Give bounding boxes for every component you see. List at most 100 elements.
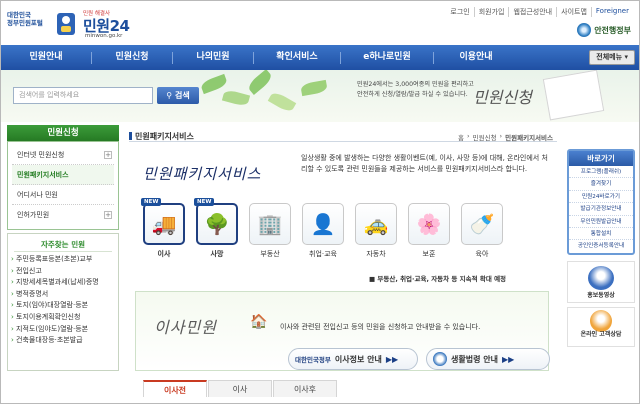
search-input[interactable]: 검색어를 입력하세요 bbox=[13, 87, 153, 104]
quick-link[interactable]: 프로그램(플래쉬) bbox=[569, 166, 633, 179]
new-badge: NEW bbox=[141, 198, 162, 206]
leaf-decoration bbox=[267, 90, 297, 114]
search-button[interactable]: ⚲ 검색 bbox=[157, 87, 199, 104]
quick-link[interactable]: 공인인증서등록안내 bbox=[569, 240, 633, 252]
nav-my-minwon[interactable]: 나의민원 bbox=[173, 45, 253, 70]
expand-plus-icon[interactable]: + bbox=[104, 211, 112, 219]
tab-before-move[interactable]: 이사전 bbox=[143, 380, 207, 397]
id-card-icon: 👤 bbox=[302, 203, 344, 245]
main-nav: 민원안내 민원신청 나의민원 확인서비스 e하나로민원 이용안내 전체메뉴 ▾ bbox=[1, 45, 639, 70]
leaf-decoration bbox=[221, 88, 251, 108]
title-bar: 민원패키지서비스 홈 › 민원신청 › 민원패키지서비스 bbox=[129, 128, 557, 142]
band-title: 민원신청 bbox=[473, 88, 532, 107]
package-service-description: 일상생활 중에 발생하는 다양한 생활이벤트(예, 이사, 사망 등)에 대해,… bbox=[301, 154, 548, 173]
event-childcare[interactable]: 🍼 육아 bbox=[461, 203, 503, 259]
event-car[interactable]: 🚕 자동차 bbox=[355, 203, 397, 259]
nav-e-hanaro[interactable]: e하나로민원 bbox=[341, 45, 433, 70]
frequent-item[interactable]: 토지(임야)대장열람·등본 bbox=[8, 300, 118, 312]
util-join[interactable]: 회원가입 bbox=[473, 7, 509, 17]
tab-move[interactable]: 이사 bbox=[208, 380, 272, 397]
frequent-item[interactable]: 병적증명서 bbox=[8, 289, 118, 301]
building-icon: 🏢 bbox=[249, 203, 291, 245]
tree-icon: 🌳 bbox=[196, 203, 238, 245]
nav-minwon-guide[interactable]: 민원안내 bbox=[1, 45, 91, 70]
life-law-button[interactable]: 생활법령 안내 ▶▶ bbox=[426, 348, 550, 370]
new-badge: NEW bbox=[194, 198, 215, 206]
event-moving[interactable]: 🚚 NEW 이사 bbox=[141, 198, 185, 259]
left-nav-internet-apply[interactable]: 인터넷 민원신청 + bbox=[12, 145, 114, 165]
baby-bottle-icon: 🍼 bbox=[461, 203, 503, 245]
frequent-item[interactable]: 지방세세목별과세(납세)증명 bbox=[8, 277, 118, 289]
quick-links: 바로가기 프로그램(플래쉬) 즐겨찾기 민원24바로가기 발급기관정보안내 무인… bbox=[567, 149, 635, 255]
moving-tabs: 이사전 이사 이사후 bbox=[143, 380, 338, 397]
ministry-logo[interactable]: 안전행정부 bbox=[577, 23, 631, 37]
taxi-icon: 🚕 bbox=[355, 203, 397, 245]
moving-truck-icon: 🚚 bbox=[143, 203, 185, 245]
breadcrumb-home[interactable]: 홈 bbox=[458, 132, 464, 142]
promo-video-banner[interactable]: 홍보동영상 bbox=[567, 260, 635, 303]
left-nav-package-service[interactable]: 민원패키지서비스 bbox=[12, 165, 114, 185]
frequent-item[interactable]: 건축물대장등·초본발급 bbox=[8, 335, 118, 347]
search-button-label: 검색 bbox=[174, 91, 190, 100]
minwon24-logo[interactable]: 민원 해결사 민원24 minwon.go.kr bbox=[53, 3, 143, 43]
logo-line2: 정부민원포털 bbox=[7, 19, 43, 27]
quick-link[interactable]: 무인민원발급안내 bbox=[569, 216, 633, 228]
frequent-item[interactable]: 전입신고 bbox=[8, 266, 118, 278]
mascot-icon bbox=[588, 265, 614, 290]
law-info-icon bbox=[433, 352, 447, 366]
tab-after-move[interactable]: 이사후 bbox=[273, 380, 337, 397]
left-nav-anywhere[interactable]: 어디서나 민원 bbox=[12, 185, 114, 205]
breadcrumb-sep: › bbox=[499, 132, 503, 140]
breadcrumb-sep: › bbox=[467, 132, 470, 140]
quick-link[interactable]: 민원24바로가기 bbox=[569, 191, 633, 204]
frequent-minwon-title: 자주찾는 민원 bbox=[14, 238, 112, 252]
expand-plus-icon[interactable]: + bbox=[104, 151, 112, 159]
expansion-note: ■ 부동산, 취업·교육, 자동차 등 지속적 확대 예정 bbox=[369, 275, 507, 283]
leaf-decoration bbox=[300, 79, 328, 97]
nav-usage-guide[interactable]: 이용안내 bbox=[434, 45, 518, 70]
event-death[interactable]: 🌳 NEW 사망 bbox=[194, 198, 238, 259]
korea-gov-logo: 대한민국정부 bbox=[295, 356, 331, 364]
quick-link[interactable]: 즐겨찾기 bbox=[569, 178, 633, 191]
right-column: 바로가기 프로그램(플래쉬) 즐겨찾기 민원24바로가기 발급기관정보안내 무인… bbox=[567, 149, 635, 347]
util-login[interactable]: 로그인 bbox=[446, 7, 473, 17]
event-veterans[interactable]: 🌸 보훈 bbox=[408, 203, 450, 259]
event-label: 사망 bbox=[210, 250, 224, 258]
left-nav-item-label: 민원패키지서비스 bbox=[17, 171, 69, 179]
util-accessibility[interactable]: 웹접근성안내 bbox=[508, 7, 556, 17]
double-arrow-icon: ▶▶ bbox=[501, 354, 515, 364]
main-content: 민원패키지서비스 홈 › 민원신청 › 민원패키지서비스 민원패키지서비스 일상… bbox=[129, 125, 557, 403]
util-sitemap[interactable]: 사이트맵 bbox=[556, 7, 591, 17]
quick-link[interactable]: 발급기관정보안내 bbox=[569, 203, 633, 216]
event-real-estate[interactable]: 🏢 부동산 bbox=[249, 203, 291, 259]
event-label: 부동산 bbox=[260, 250, 280, 258]
nav-verify-service[interactable]: 확인서비스 bbox=[254, 45, 340, 70]
frequent-minwon-box: 자주찾는 민원 주민등록표등본(초본)교부 전입신고 지방세세목별과세(납세)증… bbox=[7, 233, 119, 371]
event-label: 취업·교육 bbox=[309, 250, 337, 258]
left-nav: 민원신청 인터넷 민원신청 + 민원패키지서비스 어디서나 민원 인허가민원 + bbox=[7, 125, 119, 230]
quick-links-title: 바로가기 bbox=[569, 151, 633, 166]
event-label: 보훈 bbox=[422, 250, 436, 258]
online-counsel-banner[interactable]: 온라인 고객상담 bbox=[567, 306, 635, 347]
site-header: 대한민국 정부민원포털 민원 해결사 민원24 minwon.go.kr 로그인… bbox=[1, 1, 639, 45]
moving-info-button[interactable]: 대한민국정부 이사정보 안내 ▶▶ bbox=[288, 348, 418, 370]
house-icon: 🏠 bbox=[250, 314, 268, 330]
breadcrumb-apply[interactable]: 민원신청 bbox=[473, 132, 497, 142]
all-menu-button[interactable]: 전체메뉴 ▾ bbox=[589, 50, 635, 65]
left-nav-item-label: 인허가민원 bbox=[17, 211, 50, 219]
event-job-education[interactable]: 👤 취업·교육 bbox=[302, 203, 344, 259]
left-nav-permit[interactable]: 인허가민원 + bbox=[12, 205, 114, 225]
leaf-decoration bbox=[199, 73, 229, 95]
nav-minwon-apply[interactable]: 민원신청 bbox=[92, 45, 172, 70]
frequent-item[interactable]: 주민등록표등본(초본)교부 bbox=[8, 254, 118, 266]
promo-video-caption: 홍보동영상 bbox=[587, 291, 615, 299]
util-foreigner[interactable]: Foreigner bbox=[590, 7, 633, 17]
logo-line1: 대한민국 bbox=[7, 11, 31, 19]
search-icon: ⚲ bbox=[166, 91, 173, 100]
portal-logo[interactable]: 대한민국 정부민원포털 bbox=[7, 11, 43, 27]
frequent-item[interactable]: 토지이용계획확인신청 bbox=[8, 312, 118, 324]
quick-link[interactable]: 통합설치 bbox=[569, 228, 633, 241]
frequent-item[interactable]: 지적도(임야도)열람·등본 bbox=[8, 324, 118, 336]
paper-decoration bbox=[542, 70, 605, 121]
moving-minwon-title: 이사민원 bbox=[154, 318, 217, 337]
